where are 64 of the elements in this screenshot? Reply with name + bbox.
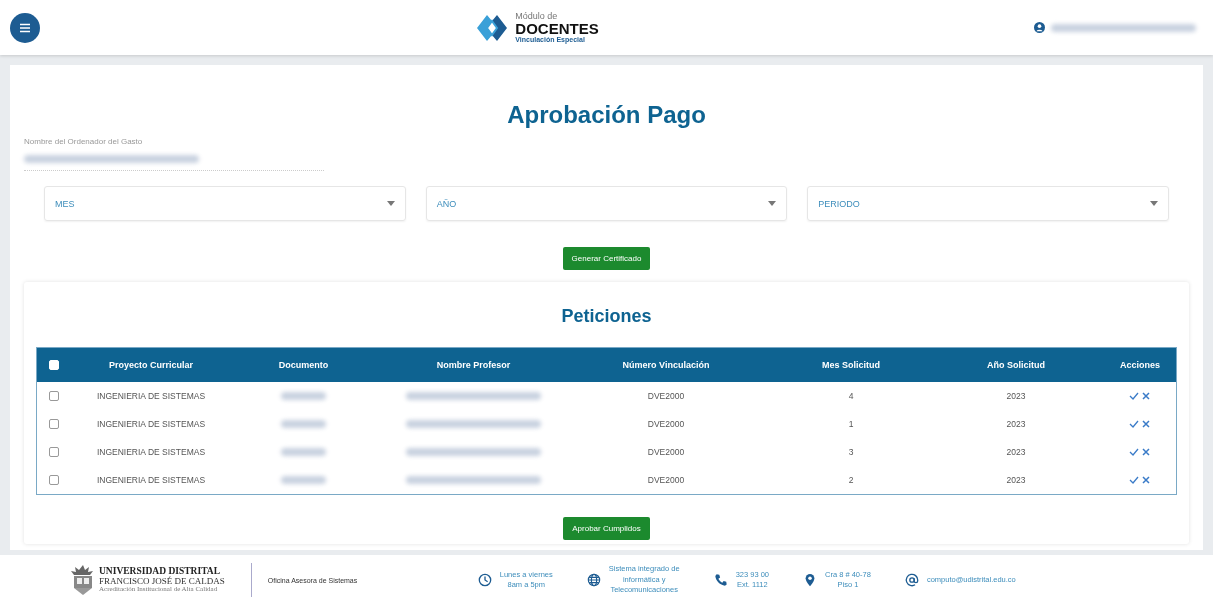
caret-icon <box>386 201 395 206</box>
globe-icon <box>586 573 601 587</box>
table-cell-text: 2023 <box>1005 391 1027 401</box>
logo-title: DOCENTES <box>515 21 599 36</box>
close-icon[interactable] <box>1141 475 1151 485</box>
check-icon[interactable] <box>1129 419 1139 429</box>
check-icon[interactable] <box>1129 447 1139 457</box>
table-cell-text: INGENIERIA DE SISTEMAS <box>95 391 207 401</box>
field-label: Nombre del Ordenador del Gasto <box>24 137 143 146</box>
caret-icon <box>1150 201 1158 206</box>
table-cell-text: INGENIERIA DE SISTEMAS <box>95 475 207 485</box>
table-cell-text: INGENIERIA DE SISTEMAS <box>95 447 207 457</box>
generate-button[interactable]: Generar Certificado <box>562 247 651 270</box>
table-cell-text: 3 <box>847 447 855 457</box>
clock-icon <box>477 573 492 587</box>
table-cell-text: 4 <box>847 391 855 401</box>
check-icon[interactable] <box>1129 475 1139 485</box>
table-cell-text: 2023 <box>1005 447 1027 457</box>
user-icon <box>1034 22 1045 33</box>
table-cell-text: DVE2000 <box>646 447 686 457</box>
table-cell-text: 2023 <box>1005 475 1027 485</box>
logo-caption: Módulo de <box>515 12 559 21</box>
at-sign-icon <box>904 573 919 587</box>
blurred-document <box>281 448 326 456</box>
close-icon[interactable] <box>1141 447 1151 457</box>
column-header: Año Solicitud <box>986 360 1046 370</box>
phone-icon <box>713 573 728 587</box>
university-name-line: FRANCISCO JOSÉ DE CALDAS <box>99 576 225 587</box>
row-checkbox[interactable] <box>49 419 59 429</box>
page-title: Aprobación Pago <box>506 101 707 129</box>
select-field[interactable]: PERIODO <box>807 186 1169 221</box>
blurred-document <box>281 420 326 428</box>
close-icon[interactable] <box>1141 391 1151 401</box>
table-cell-text: INGENIERIA DE SISTEMAS <box>95 419 207 429</box>
check-icon[interactable] <box>1129 391 1139 401</box>
university-name: UNIVERSIDAD DISTRITAL <box>99 566 221 576</box>
row-checkbox[interactable] <box>49 391 59 401</box>
approve-button[interactable]: Aprobar Cumplidos <box>563 517 650 540</box>
section-title: Peticiones <box>560 306 653 327</box>
column-header: Mes Solicitud <box>821 360 881 370</box>
column-header: Acciones <box>1119 360 1161 370</box>
caret-icon <box>768 201 777 206</box>
table-cell-text: DVE2000 <box>646 391 686 401</box>
crest-drawing <box>70 564 96 596</box>
location-pin-icon <box>803 573 817 587</box>
table-cell-text: DVE2000 <box>646 475 686 485</box>
select-field[interactable]: MES <box>44 186 406 221</box>
blurred-document <box>281 392 326 400</box>
select-field[interactable]: AÑO <box>425 186 788 221</box>
row-checkbox[interactable] <box>49 447 59 457</box>
blurred-document <box>281 476 326 484</box>
table-cell-text: 2 <box>847 475 855 485</box>
table-cell-text: 1 <box>847 419 855 429</box>
column-header: Proyecto Curricular <box>108 360 194 370</box>
close-icon[interactable] <box>1141 419 1151 429</box>
column-header: Documento <box>277 360 330 370</box>
column-header: Nombre Profesor <box>435 360 512 370</box>
row-checkbox[interactable] <box>49 475 59 485</box>
menu-icon <box>19 22 31 33</box>
table-cell-text: 2023 <box>1005 419 1027 429</box>
column-header: Número Vinculación <box>621 360 711 370</box>
select-all-checkbox[interactable] <box>49 360 59 370</box>
table-cell-text: DVE2000 <box>646 419 686 429</box>
menu-button[interactable] <box>10 12 40 43</box>
